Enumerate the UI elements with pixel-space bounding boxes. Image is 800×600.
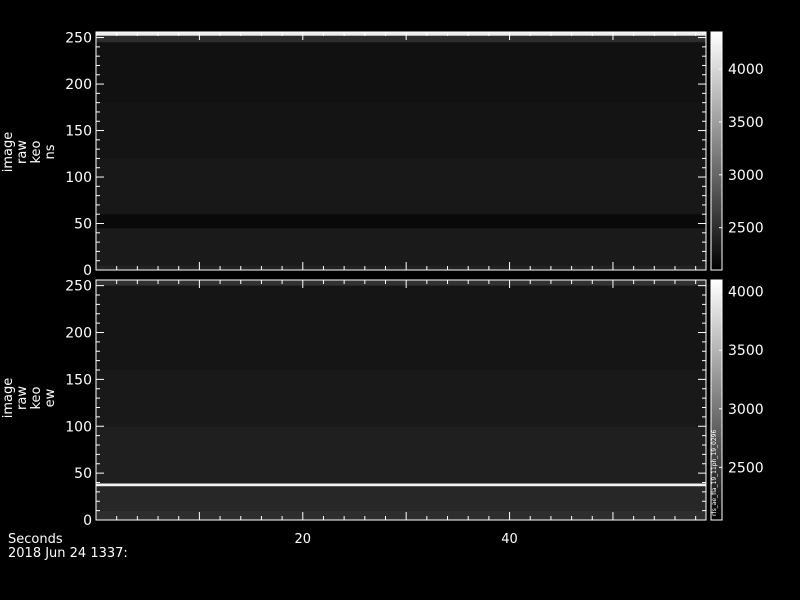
colorbar-tick-label: 4000 [728, 285, 764, 301]
y-axis-label-line: raw [15, 140, 30, 164]
y-axis-label-line: keo [29, 386, 44, 409]
y-tick-label: 150 [65, 124, 92, 140]
y-tick-label: 0 [83, 263, 92, 279]
y-tick-label: 200 [65, 77, 92, 93]
colorbar-tick-label: 2500 [728, 460, 764, 476]
colorbar-tick-label: 3500 [728, 115, 764, 131]
panel-ns: 0 50 100 150 200 250 image raw keo ns 2500 3000 3500… [1, 31, 764, 279]
y-axis-label-line: image [1, 132, 16, 173]
intensity-band [96, 102, 706, 159]
colorbar-tick-label: 3000 [728, 168, 764, 184]
intensity-band [96, 214, 706, 229]
colorbar-tick-label: 4000 [728, 62, 764, 78]
intensity-band [96, 426, 706, 484]
intensity-band [96, 42, 706, 103]
y-axis-label-line: keo [29, 140, 44, 163]
panel-ew: 0 50 100 150 200 250 image raw keo ew 2500 3000 3500… [1, 279, 764, 529]
y-tick-label: 250 [65, 31, 92, 47]
x-axis-label: Seconds [8, 532, 63, 547]
y-tick-label: 0 [83, 513, 92, 529]
intensity-band [96, 280, 706, 286]
colorbar-tick-label: 3500 [728, 343, 764, 359]
intensity-band [96, 486, 706, 511]
intensity-band [96, 158, 706, 215]
intensity-band [96, 483, 706, 487]
colorbar-annotation: rfs_ae_fla_19_11ph_19_0296 [711, 430, 718, 516]
date-label: 2018 Jun 24 1337: [8, 546, 128, 561]
x-tick-labels: 20 40 [295, 532, 518, 547]
keogram-figure: 050100150200250image raw keo ns250030003500… [1, 31, 764, 561]
y-axis-label-line: raw [15, 386, 30, 410]
y-tick-label: 100 [65, 170, 92, 186]
intensity-band [96, 32, 706, 36]
intensity-band [96, 510, 706, 520]
x-tick-label: 40 [501, 532, 518, 547]
y-tick-label: 50 [74, 217, 92, 233]
y-tick-label: 50 [74, 466, 92, 482]
intensity-band [96, 228, 706, 266]
colorbar-tick-label: 2500 [728, 221, 764, 237]
y-tick-label: 250 [65, 279, 92, 295]
y-axis-label-line: ns [43, 144, 58, 159]
x-tick-label: 20 [295, 532, 312, 547]
colorbar-tick-label: 3000 [728, 402, 764, 418]
y-tick-label: 100 [65, 419, 92, 435]
intensity-band [96, 265, 706, 270]
intensity-band [96, 35, 706, 43]
y-axis-label-line: ew [43, 388, 58, 407]
intensity-band [96, 370, 706, 427]
y-tick-label: 200 [65, 326, 92, 342]
y-axis-label-line: image [1, 378, 16, 419]
intensity-band [96, 285, 706, 370]
colorbar [710, 31, 723, 271]
y-tick-label: 150 [65, 372, 92, 388]
